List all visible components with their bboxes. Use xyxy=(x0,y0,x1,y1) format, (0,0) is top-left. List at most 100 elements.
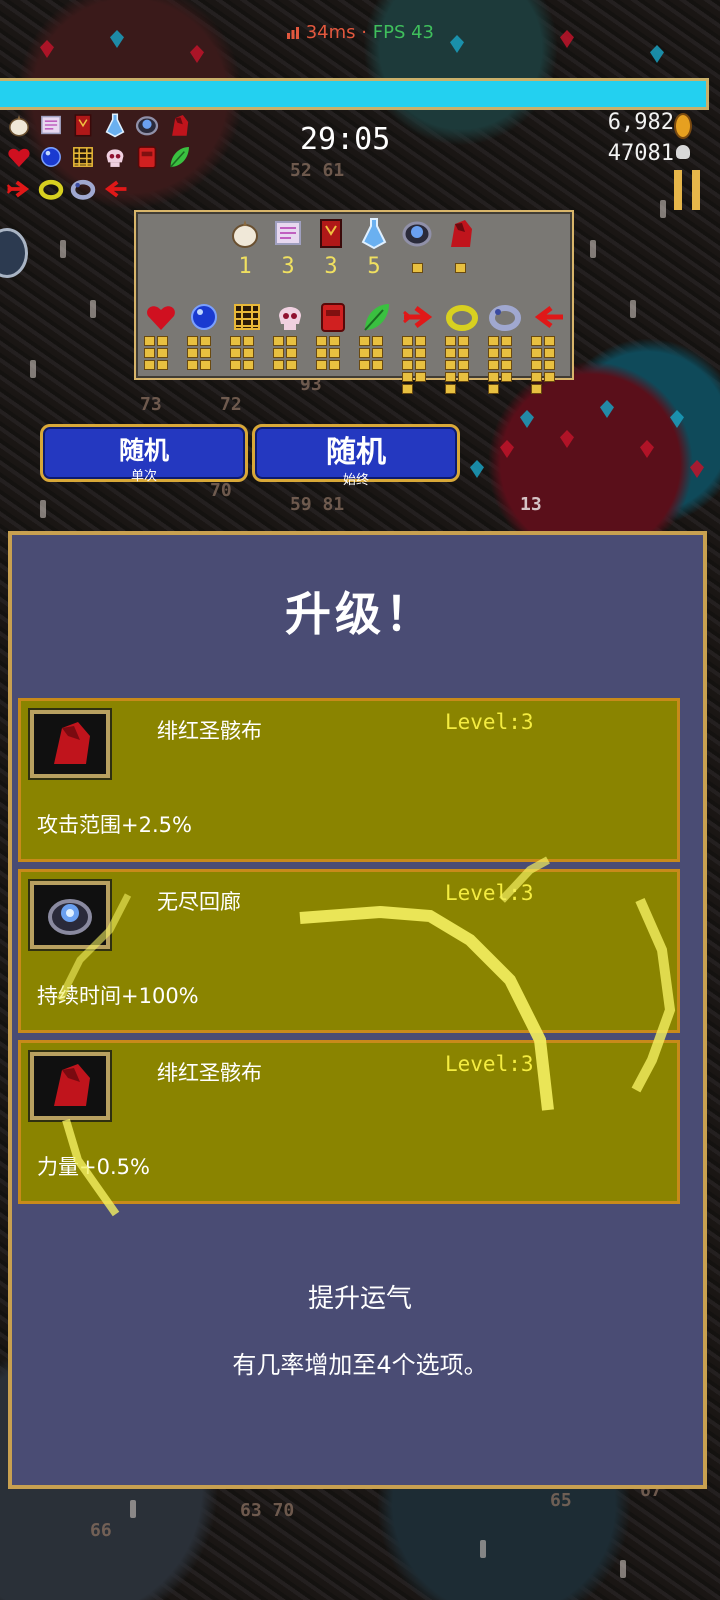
leaf-icon xyxy=(364,304,389,331)
passive-level-pips xyxy=(531,336,565,394)
passive-slot xyxy=(445,300,479,334)
kill-count: 47081 xyxy=(607,141,674,166)
red-tome-icon xyxy=(137,146,157,169)
option-level: Level:3 xyxy=(445,881,534,905)
passive-level-pips xyxy=(316,336,350,370)
tome-icon xyxy=(320,219,342,248)
skull-icon xyxy=(106,149,124,167)
scroll-icon xyxy=(275,221,301,245)
bottle-icon xyxy=(105,113,125,138)
passive-slot xyxy=(316,300,350,334)
hud-slot xyxy=(102,112,125,138)
option-level: Level:3 xyxy=(445,1052,534,1076)
passive-slot xyxy=(488,300,522,334)
hud-slot xyxy=(70,144,93,167)
hud-slot xyxy=(102,176,127,198)
heart-icon xyxy=(147,306,175,330)
weapon-slot xyxy=(228,216,262,250)
tome-icon xyxy=(74,114,92,137)
passive-slot xyxy=(187,300,221,334)
option-name: 绯红圣骸布 xyxy=(157,719,262,743)
upgrade-option-3[interactable]: 绯红圣骸布 Level:3 力量+0.5% xyxy=(18,1040,680,1204)
skull-icon xyxy=(279,307,301,330)
hud-slot xyxy=(70,112,92,137)
option-icon-frame xyxy=(30,710,110,778)
gold-count: 6,982 xyxy=(607,110,674,135)
passive-slot xyxy=(230,300,264,334)
eye-ring-icon xyxy=(48,899,92,935)
random-once-button[interactable]: 随机 单次 xyxy=(40,424,248,484)
option-name: 绯红圣骸布 xyxy=(157,1061,262,1085)
grate-icon xyxy=(234,304,260,330)
random-always-title: 随机 xyxy=(326,435,386,470)
hud-slot xyxy=(166,112,189,136)
random-once-title: 随机 xyxy=(118,436,169,465)
weapon-level xyxy=(445,254,475,279)
weapon-level: 5 xyxy=(367,254,381,279)
pause-button[interactable] xyxy=(674,170,700,210)
hud-slot xyxy=(166,144,189,168)
fps-text: FPS 43 xyxy=(372,22,434,43)
inventory-panel: 1 3 3 5 xyxy=(134,210,574,394)
red-arrow-left-icon xyxy=(534,306,563,328)
weapon-slot xyxy=(443,216,477,250)
passive-level-pips xyxy=(488,336,522,394)
grate-icon xyxy=(73,147,93,167)
weapon-level: 1 xyxy=(238,254,252,279)
option-level: Level:3 xyxy=(445,710,534,734)
passive-level-pips xyxy=(359,336,393,370)
weapon-level xyxy=(402,254,432,279)
garlic-icon xyxy=(9,115,29,137)
weapon-slot xyxy=(357,216,391,250)
passive-slot xyxy=(144,300,178,334)
passive-level-pips xyxy=(402,336,436,394)
passive-level-pips xyxy=(445,336,479,394)
bottle-icon xyxy=(361,218,387,250)
passive-slot xyxy=(359,300,393,334)
gold-ring-icon xyxy=(446,305,478,331)
option-description: 攻击范围+2.5% xyxy=(37,813,192,837)
experience-bar xyxy=(0,78,709,110)
garlic-icon xyxy=(232,220,258,248)
passive-slot xyxy=(402,300,436,334)
option-name: 无尽回廊 xyxy=(157,890,241,914)
passive-level-pips xyxy=(230,336,264,370)
upgrade-option-2[interactable]: 无尽回廊 Level:3 持续时间+100% xyxy=(18,869,680,1033)
hud-slot xyxy=(38,112,61,135)
random-always-button[interactable]: 随机 始终 xyxy=(252,424,460,488)
weapon-slot xyxy=(400,216,434,250)
levelup-title: 升级！ xyxy=(285,587,435,641)
hud-slot xyxy=(6,112,29,137)
luck-description: 有几率增加至4个选项。 xyxy=(232,1351,488,1379)
joystick-edge[interactable] xyxy=(0,228,28,278)
luck-title: 提升运气 xyxy=(307,1284,412,1314)
pause-icon xyxy=(674,170,682,210)
orb-icon xyxy=(41,147,61,167)
passive-level-pips xyxy=(187,336,221,370)
separator: · xyxy=(355,22,373,43)
red-arrow-left-icon xyxy=(104,180,127,198)
orb-icon xyxy=(191,304,217,330)
hud-slot xyxy=(134,144,157,169)
hud-slot xyxy=(38,144,61,167)
random-always-subtitle: 始终 xyxy=(342,473,369,488)
weapon-level-pip xyxy=(411,263,423,273)
ping-text: 34ms xyxy=(305,22,356,43)
crimson-shroud-icon xyxy=(451,220,472,247)
weapon-slot xyxy=(314,216,348,250)
random-once-subtitle: 单次 xyxy=(130,469,157,484)
weapon-level-pip xyxy=(454,263,466,273)
signal-icon xyxy=(287,27,299,39)
silver-ring-icon xyxy=(70,179,96,200)
scroll-icon xyxy=(41,115,61,135)
hud-slot xyxy=(102,144,124,167)
hud-slot xyxy=(6,144,30,167)
hud-slot xyxy=(6,176,30,198)
leaf-icon xyxy=(170,147,189,168)
heart-icon xyxy=(8,148,30,167)
game-timer: 29:05 xyxy=(300,122,391,157)
crimson-shroud-icon xyxy=(172,115,189,136)
weapon-slot xyxy=(271,216,305,250)
upgrade-option-1[interactable]: 绯红圣骸布 Level:3 攻击范围+2.5% xyxy=(18,698,680,862)
option-icon-frame xyxy=(30,1052,110,1120)
